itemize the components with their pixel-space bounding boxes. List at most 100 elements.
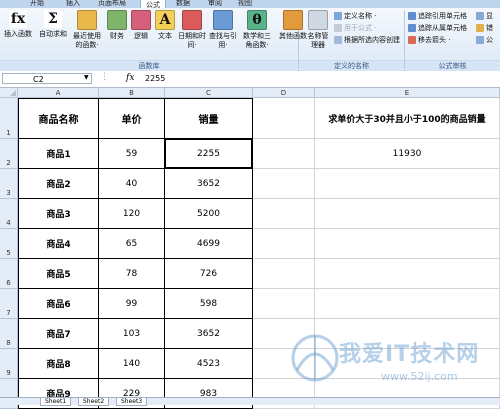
table-cell[interactable]: 40: [99, 169, 165, 199]
table-cell[interactable]: 商品7: [18, 319, 99, 349]
sheet-tab[interactable]: Sheet1: [40, 398, 72, 406]
define-name-button[interactable]: 定义名称 ·: [334, 11, 376, 22]
formula-bar: C2 ▼ ⋮ fx 2255: [0, 71, 500, 88]
table-cell[interactable]: 726: [165, 259, 253, 289]
column-header[interactable]: A: [18, 88, 99, 98]
chevron-down-icon[interactable]: ▼: [84, 74, 89, 81]
table-cell[interactable]: 3652: [165, 319, 253, 349]
row-header[interactable]: 6: [0, 259, 18, 289]
row-number: 2: [6, 159, 11, 167]
evaluate-formula-button[interactable]: 公: [476, 35, 493, 46]
row-header[interactable]: 1: [0, 98, 18, 139]
use-in-formula-button[interactable]: 用于公式 ·: [334, 23, 376, 34]
table-cell[interactable]: 598: [165, 289, 253, 319]
table-cell[interactable]: 120: [99, 199, 165, 229]
show-formulas-icon: [476, 12, 484, 20]
row-header[interactable]: 4: [0, 199, 18, 229]
cell[interactable]: [253, 259, 315, 289]
logical-button[interactable]: 逻辑: [130, 10, 152, 41]
error-checking-button[interactable]: 错: [476, 23, 493, 34]
remove-arrows-icon: [408, 36, 416, 44]
recently-used-button[interactable]: 最近使用的函数·: [70, 10, 104, 50]
table-cell[interactable]: 商品1: [18, 139, 99, 169]
cell[interactable]: [253, 199, 315, 229]
lookup-book-icon: [213, 10, 233, 30]
row-header[interactable]: 8: [0, 319, 18, 349]
row-header[interactable]: 2: [0, 139, 18, 169]
table-cell[interactable]: 商品8: [18, 349, 99, 379]
table-header-cell[interactable]: 商品名称: [18, 98, 99, 139]
select-all-corner[interactable]: [0, 88, 18, 98]
table-cell[interactable]: 商品6: [18, 289, 99, 319]
table-cell[interactable]: 商品2: [18, 169, 99, 199]
insert-function-button[interactable]: fx 插入函数: [2, 10, 34, 39]
ribbon-tab[interactable]: 视图: [238, 0, 252, 8]
table-cell[interactable]: 78: [99, 259, 165, 289]
cell[interactable]: [315, 229, 500, 259]
table-cell[interactable]: 商品5: [18, 259, 99, 289]
formula-input[interactable]: 2255: [145, 73, 165, 84]
table-cell[interactable]: 140: [99, 349, 165, 379]
cell[interactable]: [253, 98, 315, 139]
table-cell[interactable]: 商品4: [18, 229, 99, 259]
ribbon-tab[interactable]: 开始: [30, 0, 44, 8]
row-header[interactable]: 7: [0, 289, 18, 319]
insert-function-fx-icon[interactable]: fx: [126, 73, 134, 83]
row-header[interactable]: 5: [0, 229, 18, 259]
lookup-reference-button[interactable]: 查找与引用·: [208, 10, 238, 50]
table-cell[interactable]: 3652: [165, 169, 253, 199]
sheet-tab[interactable]: Sheet3: [116, 398, 148, 406]
cell[interactable]: [315, 259, 500, 289]
column-header[interactable]: D: [253, 88, 315, 98]
remove-arrows-button[interactable]: 移去箭头 ·: [408, 35, 450, 46]
math-trig-button[interactable]: θ 数学和三角函数·: [240, 10, 274, 50]
cell[interactable]: [253, 139, 315, 169]
table-header-cell[interactable]: 单价: [99, 98, 165, 139]
row-number: 6: [6, 279, 11, 287]
show-formulas-button[interactable]: 显: [476, 11, 493, 22]
trace-dependents-button[interactable]: 追踪从属单元格: [408, 23, 467, 34]
error-checking-icon: [476, 24, 484, 32]
date-time-button[interactable]: 日期和时间·: [178, 10, 206, 50]
question-cell[interactable]: 求单价大于30并且小于100的商品销量: [315, 98, 500, 139]
create-from-selection-button[interactable]: 根据所选内容创建: [334, 35, 400, 46]
table-cell[interactable]: 商品3: [18, 199, 99, 229]
table-cell[interactable]: 4523: [165, 349, 253, 379]
ribbon-tab[interactable]: 页面布局: [98, 0, 126, 8]
ribbon: 定义名称 · 用于公式 · 根据所选内容创建 追踪引用单元格 追踪从属单元格 移…: [0, 8, 500, 71]
table-header-cell[interactable]: 销量: [165, 98, 253, 139]
row-header[interactable]: 3: [0, 169, 18, 199]
table-cell[interactable]: 2255: [165, 139, 253, 169]
ribbon-tab[interactable]: 数据: [176, 0, 190, 8]
table-cell[interactable]: 103: [99, 319, 165, 349]
row-header[interactable]: 9: [0, 349, 18, 379]
answer-cell[interactable]: 11930: [315, 139, 500, 169]
cell[interactable]: [253, 289, 315, 319]
table-cell[interactable]: 65: [99, 229, 165, 259]
logical-book-icon: [131, 10, 151, 30]
table-cell[interactable]: 5200: [165, 199, 253, 229]
cell[interactable]: [315, 169, 500, 199]
sheet-tab[interactable]: Sheet2: [78, 398, 110, 406]
financial-button[interactable]: 财务: [106, 10, 128, 41]
trace-precedents-button[interactable]: 追踪引用单元格: [408, 11, 467, 22]
name-box[interactable]: C2: [2, 73, 92, 84]
column-header[interactable]: C: [165, 88, 253, 98]
cell[interactable]: [315, 199, 500, 229]
ribbon-tab[interactable]: 审阅: [208, 0, 222, 8]
cell[interactable]: [253, 169, 315, 199]
group-label-function-library: 函数库: [0, 60, 298, 71]
cell[interactable]: [315, 289, 500, 319]
evaluate-formula-icon: [476, 36, 484, 44]
cell[interactable]: [253, 229, 315, 259]
column-header[interactable]: B: [99, 88, 165, 98]
column-header[interactable]: E: [315, 88, 500, 98]
table-cell[interactable]: 99: [99, 289, 165, 319]
ribbon-tab[interactable]: 插入: [66, 0, 80, 8]
trace-precedents-icon: [408, 12, 416, 20]
table-cell[interactable]: 4699: [165, 229, 253, 259]
table-cell[interactable]: 59: [99, 139, 165, 169]
text-button[interactable]: A 文本: [154, 10, 176, 41]
autosum-button[interactable]: Σ 自动求和: [36, 10, 70, 39]
name-manager-button[interactable]: 名称管理器: [305, 10, 331, 50]
